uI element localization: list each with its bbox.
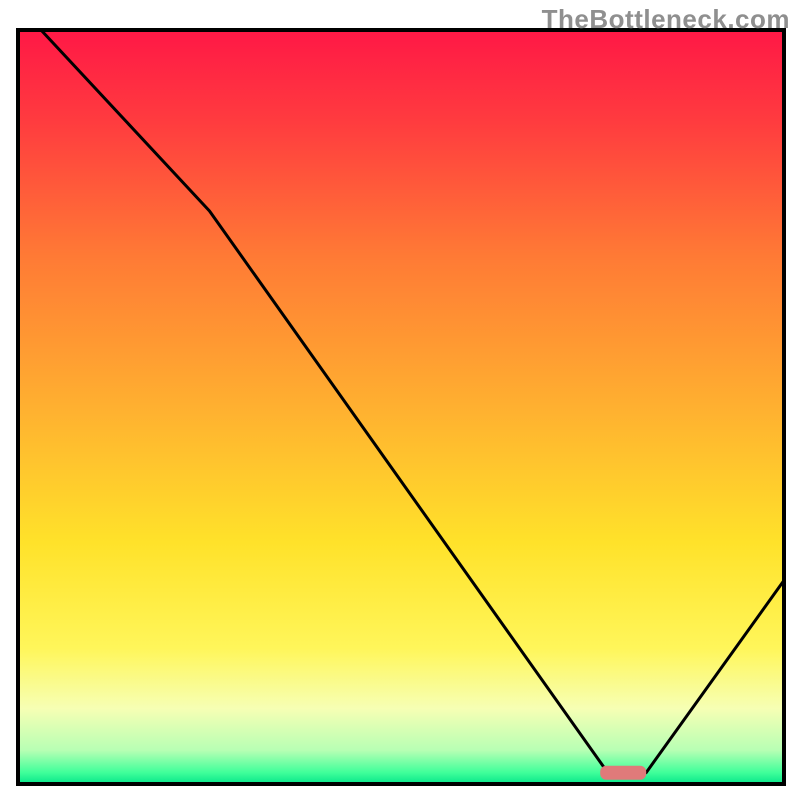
chart-root: TheBottleneck.com bbox=[0, 0, 800, 800]
marker-pill bbox=[600, 766, 646, 780]
plot-background bbox=[18, 30, 784, 784]
watermark-text: TheBottleneck.com bbox=[542, 4, 790, 35]
chart-svg bbox=[0, 0, 800, 800]
